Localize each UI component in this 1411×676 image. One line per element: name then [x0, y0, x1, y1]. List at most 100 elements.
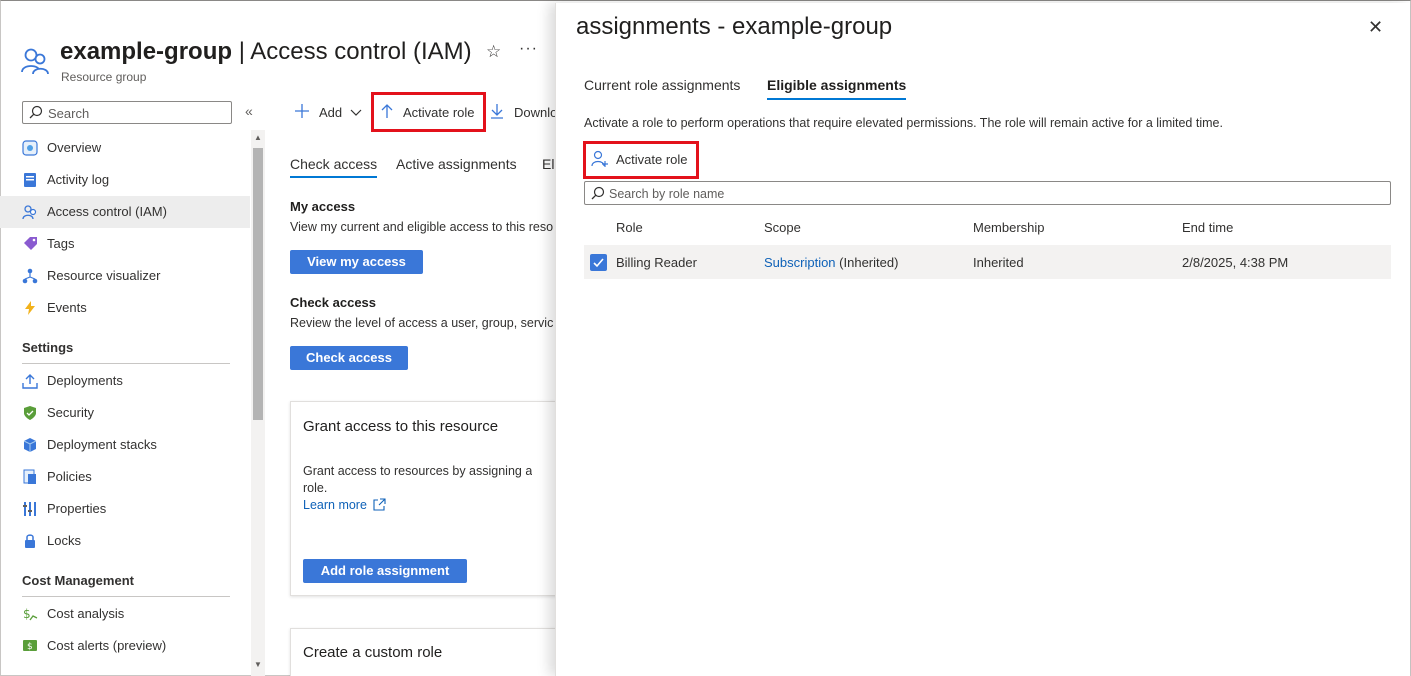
role-search-input[interactable]: Search by role name	[584, 181, 1391, 205]
sidebar-item-deployment-stacks[interactable]: Deployment stacks	[0, 429, 250, 461]
table-row[interactable]: Billing Reader Subscription (Inherited) …	[584, 245, 1391, 279]
tab-current-role-assignments[interactable]: Current role assignments	[584, 77, 740, 93]
sidebar-item-label: Locks	[47, 533, 81, 548]
lightning-icon	[25, 301, 35, 315]
activity-log-icon	[24, 173, 36, 187]
cost-alert-icon: $	[23, 640, 37, 652]
external-link-icon	[373, 498, 386, 511]
sidebar-item-overview[interactable]: Overview	[0, 132, 250, 164]
grant-card-desc-line1: Grant access to resources by assigning a	[303, 464, 533, 478]
policy-icon	[23, 469, 36, 484]
sidebar-item-label: Properties	[47, 501, 107, 516]
settings-heading: Settings	[22, 340, 74, 355]
sidebar-item-activity-log[interactable]: Activity log	[0, 164, 250, 196]
favorite-star-icon[interactable]: ☆	[486, 42, 501, 62]
grant-card-title: Grant access to this resource	[303, 418, 499, 435]
arrow-up-icon	[381, 104, 393, 118]
chevron-down-icon	[350, 109, 362, 116]
sidebar-item-label: Cost analysis	[47, 606, 125, 621]
sidebar-item-deployments[interactable]: Deployments	[0, 365, 250, 397]
sidebar-scrollbar[interactable]: ▲ ▼	[251, 130, 265, 676]
sidebar-item-cost-analysis[interactable]: $ Cost analysis	[0, 598, 250, 630]
cost-divider	[22, 596, 230, 597]
iam-icon	[22, 205, 37, 220]
my-access-description: View my current and eligible access to t…	[290, 220, 554, 234]
row-checkbox[interactable]	[590, 254, 607, 271]
sidebar-item-label: Cost alerts (preview)	[47, 638, 167, 653]
resource-type: Resource group	[61, 70, 147, 84]
column-header-membership[interactable]: Membership	[973, 220, 1045, 235]
collapse-sidebar-icon[interactable]: «	[245, 103, 253, 119]
checkmark-icon	[593, 258, 604, 268]
scope-link[interactable]: Subscription	[764, 255, 836, 270]
sidebar-item-resource-visualizer[interactable]: Resource visualizer	[0, 260, 250, 292]
activate-role-label: Activate role	[403, 105, 475, 120]
sidebar-search-placeholder: Search	[48, 106, 90, 121]
add-role-assignment-button[interactable]: Add role assignment	[303, 559, 467, 583]
scope-suffix: (Inherited)	[839, 255, 899, 270]
settings-divider	[22, 363, 230, 364]
scroll-up-icon[interactable]: ▲	[254, 133, 262, 142]
panel-title: assignments - example-group	[576, 13, 893, 40]
close-icon[interactable]: ✕	[1368, 17, 1383, 38]
tab-eligible-assignments[interactable]: Eligible assignments	[767, 77, 907, 100]
sidebar-item-cost-alerts[interactable]: $ Cost alerts (preview)	[0, 630, 250, 662]
cost-analysis-icon: $	[23, 607, 38, 621]
sidebar-search-input[interactable]: Search	[22, 101, 232, 124]
svg-text:$: $	[23, 607, 31, 621]
sidebar-item-properties[interactable]: Properties	[0, 493, 250, 525]
panel-description: Activate a role to perform operations th…	[584, 116, 1223, 130]
sidebar-item-label: Deployment stacks	[47, 437, 157, 452]
tab-check-access[interactable]: Check access	[290, 156, 378, 178]
sidebar-item-label: Policies	[47, 469, 92, 484]
check-access-button[interactable]: Check access	[290, 346, 408, 370]
role-search-placeholder: Search by role name	[609, 187, 725, 201]
my-access-heading: My access	[290, 199, 356, 214]
sidebar-item-security[interactable]: Security	[0, 397, 250, 429]
svg-text:$: $	[27, 642, 33, 652]
page-title: example-group | Access control (IAM)	[60, 38, 472, 66]
scroll-down-icon[interactable]: ▼	[254, 660, 262, 669]
cube-icon	[23, 438, 37, 452]
title-separator: |	[238, 38, 245, 65]
upload-icon	[22, 374, 38, 389]
resource-group-icon	[21, 48, 49, 75]
panel-activate-role-label: Activate role	[616, 152, 688, 167]
sidebar-item-events[interactable]: Events	[0, 292, 250, 324]
more-options-icon[interactable]: ···	[519, 40, 538, 58]
cell-scope: Subscription (Inherited)	[764, 255, 898, 270]
sidebar-item-tags[interactable]: Tags	[0, 228, 250, 260]
sidebar-item-label: Activity log	[47, 172, 110, 187]
custom-role-card-title: Create a custom role	[303, 644, 443, 661]
check-access-description: Review the level of access a user, group…	[290, 316, 554, 330]
custom-role-card: Create a custom role	[290, 628, 565, 676]
sidebar-item-label: Deployments	[47, 373, 123, 388]
sidebar-item-locks[interactable]: Locks	[0, 525, 250, 557]
column-header-end-time[interactable]: End time	[1182, 220, 1233, 235]
column-header-scope[interactable]: Scope	[764, 220, 801, 235]
person-add-icon	[591, 150, 608, 167]
sidebar-item-iam[interactable]: Access control (IAM)	[0, 196, 250, 228]
tab-active-assignments[interactable]: Active assignments	[396, 156, 517, 172]
sidebar-item-label: Security	[47, 405, 94, 420]
scrollbar-thumb[interactable]	[253, 148, 263, 420]
cost-management-heading: Cost Management	[22, 573, 134, 588]
sidebar-item-label: Overview	[47, 140, 102, 155]
shield-icon	[24, 406, 36, 420]
tag-icon	[24, 237, 37, 250]
sidebar-item-label: Access control (IAM)	[47, 204, 167, 219]
sidebar-item-label: Tags	[47, 236, 75, 251]
page-name: Access control (IAM)	[250, 38, 472, 65]
grant-card-desc-line2: role.	[303, 481, 328, 495]
lock-icon	[25, 534, 35, 548]
download-icon	[491, 104, 503, 119]
column-header-role[interactable]: Role	[616, 220, 643, 235]
panel-activate-role-button[interactable]: Activate role	[591, 149, 691, 171]
learn-more-link[interactable]: Learn more	[303, 498, 386, 512]
grant-access-card: Grant access to this resource Grant acce…	[290, 401, 565, 596]
cell-end-time: 2/8/2025, 4:38 PM	[1182, 255, 1289, 270]
add-label: Add	[319, 105, 343, 120]
learn-more-label: Learn more	[303, 498, 367, 512]
view-my-access-button[interactable]: View my access	[290, 250, 423, 274]
sidebar-item-policies[interactable]: Policies	[0, 461, 250, 493]
